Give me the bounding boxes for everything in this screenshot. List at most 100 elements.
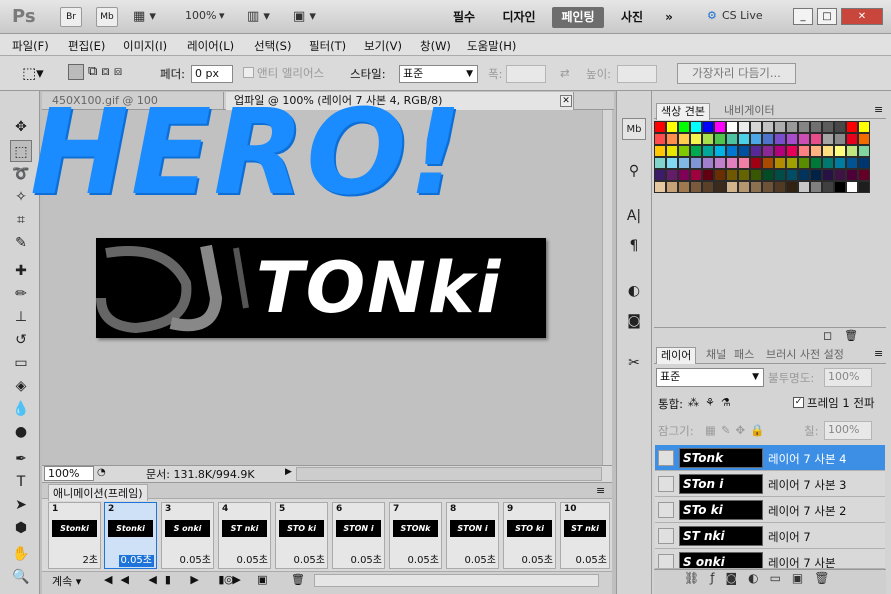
- menu-image[interactable]: 이미지(I): [123, 38, 167, 54]
- color-swatch[interactable]: [726, 157, 738, 169]
- color-swatch[interactable]: [714, 157, 726, 169]
- color-swatch[interactable]: [834, 133, 846, 145]
- color-swatch[interactable]: [846, 145, 858, 157]
- refine-edge-button[interactable]: 가장자리 다듬기...: [677, 63, 796, 84]
- color-swatch[interactable]: [738, 145, 750, 157]
- menu-file[interactable]: 파일(F): [12, 38, 49, 54]
- layers-menu-icon[interactable]: ≡: [874, 347, 883, 360]
- color-swatch[interactable]: [786, 169, 798, 181]
- antialias-checkbox[interactable]: [243, 67, 254, 78]
- tab-layers[interactable]: 레이어: [656, 347, 697, 364]
- color-swatch[interactable]: [654, 145, 666, 157]
- clone-stamp-icon[interactable]: ⊥: [10, 306, 32, 328]
- feather-input[interactable]: 0 px: [191, 65, 233, 83]
- color-swatch[interactable]: [738, 133, 750, 145]
- tab-navigator[interactable]: 내비게이터: [720, 103, 779, 119]
- layer-row[interactable]: STonk 레이어 7 사본 4: [655, 445, 885, 471]
- unify-icons[interactable]: ⁂⚘⚗: [688, 396, 737, 409]
- animation-frame[interactable]: 6 STON i 0.05초: [332, 502, 385, 569]
- color-swatch[interactable]: [810, 181, 822, 193]
- tools-preset-icon[interactable]: ✂: [622, 352, 646, 374]
- color-swatch[interactable]: [738, 169, 750, 181]
- new-selection-icon[interactable]: [68, 64, 84, 80]
- color-swatch[interactable]: [810, 133, 822, 145]
- color-swatch[interactable]: [714, 145, 726, 157]
- zoom-tool-icon[interactable]: 🔍: [10, 566, 32, 588]
- mini-bridge-panel-icon[interactable]: Mb: [622, 118, 646, 140]
- color-swatch[interactable]: [654, 121, 666, 133]
- status-info-icon[interactable]: ◔: [97, 467, 106, 478]
- workspace-painting[interactable]: 페인팅: [552, 7, 604, 28]
- color-swatch[interactable]: [726, 133, 738, 145]
- color-swatch[interactable]: [834, 145, 846, 157]
- color-swatch[interactable]: [702, 157, 714, 169]
- marquee-tool-icon[interactable]: ⬚: [10, 140, 32, 162]
- color-swatch[interactable]: [774, 145, 786, 157]
- paint-bucket-icon[interactable]: ◈: [10, 375, 32, 397]
- color-swatch[interactable]: [834, 169, 846, 181]
- style-select[interactable]: 표준 ▼: [399, 65, 478, 83]
- character-panel-icon[interactable]: A|: [622, 205, 646, 227]
- color-swatch[interactable]: [786, 181, 798, 193]
- color-swatch[interactable]: [774, 133, 786, 145]
- color-swatch[interactable]: [666, 121, 678, 133]
- color-swatch[interactable]: [774, 181, 786, 193]
- bridge-button[interactable]: Br: [60, 7, 82, 27]
- visibility-toggle[interactable]: [658, 528, 674, 544]
- color-swatch[interactable]: [678, 181, 690, 193]
- color-swatch[interactable]: [690, 157, 702, 169]
- animation-frame[interactable]: 4 ST nki 0.05초: [218, 502, 271, 569]
- color-swatch[interactable]: [726, 169, 738, 181]
- status-menu-arrow-icon[interactable]: ▶: [285, 467, 292, 477]
- color-swatch[interactable]: [846, 169, 858, 181]
- masks-panel-icon[interactable]: ◙: [622, 310, 646, 332]
- color-swatch[interactable]: [666, 133, 678, 145]
- eyedropper-tool-icon[interactable]: ✎: [10, 232, 32, 254]
- color-swatch[interactable]: [858, 133, 870, 145]
- color-swatch[interactable]: [750, 181, 762, 193]
- tab-swatches[interactable]: 색상 견본: [656, 103, 710, 120]
- color-swatch[interactable]: [702, 181, 714, 193]
- color-swatch[interactable]: [834, 157, 846, 169]
- lock-icons[interactable]: ▦✎✥🔒: [705, 423, 769, 437]
- height-input[interactable]: [617, 65, 657, 83]
- menu-window[interactable]: 창(W): [420, 38, 451, 54]
- color-swatch[interactable]: [654, 133, 666, 145]
- color-swatch[interactable]: [762, 181, 774, 193]
- color-swatch[interactable]: [726, 121, 738, 133]
- zoom-level[interactable]: 100%: [185, 9, 216, 22]
- visibility-toggle[interactable]: [658, 502, 674, 518]
- color-swatch[interactable]: [822, 181, 834, 193]
- menu-edit[interactable]: 편집(E): [68, 38, 105, 54]
- eraser-tool-icon[interactable]: ▭: [10, 352, 32, 374]
- color-swatch[interactable]: [666, 181, 678, 193]
- color-swatch[interactable]: [858, 181, 870, 193]
- color-swatch[interactable]: [798, 181, 810, 193]
- color-swatch[interactable]: [786, 121, 798, 133]
- close-tab-icon[interactable]: ✕: [560, 95, 572, 107]
- animation-frame[interactable]: 10 ST nki 0.05초: [560, 502, 610, 569]
- menu-select[interactable]: 선택(S): [254, 38, 291, 54]
- color-swatch[interactable]: [822, 133, 834, 145]
- color-swatch[interactable]: [654, 169, 666, 181]
- color-swatch[interactable]: [678, 169, 690, 181]
- layer-row[interactable]: STo ki 레이어 7 사본 2: [655, 497, 885, 523]
- color-swatch[interactable]: [858, 169, 870, 181]
- color-swatch[interactable]: [810, 145, 822, 157]
- color-swatch[interactable]: [798, 169, 810, 181]
- shape-tool-icon[interactable]: ⬢: [10, 517, 32, 539]
- loop-select[interactable]: 계속 ▾: [52, 573, 81, 589]
- type-tool-icon[interactable]: T: [10, 471, 32, 493]
- color-swatch[interactable]: [714, 169, 726, 181]
- lasso-tool-icon[interactable]: ➰: [10, 163, 32, 185]
- horizontal-scrollbar[interactable]: [296, 467, 602, 481]
- color-swatch[interactable]: [798, 157, 810, 169]
- color-swatch[interactable]: [786, 157, 798, 169]
- animation-tab[interactable]: 애니메이션(프레임): [48, 484, 148, 501]
- color-swatch[interactable]: [798, 145, 810, 157]
- color-swatch[interactable]: [678, 133, 690, 145]
- animation-frame[interactable]: 2 Stonki 0.05초: [104, 502, 157, 569]
- color-swatch[interactable]: [666, 157, 678, 169]
- color-swatch[interactable]: [846, 133, 858, 145]
- canvas-scrollbar[interactable]: [602, 110, 612, 465]
